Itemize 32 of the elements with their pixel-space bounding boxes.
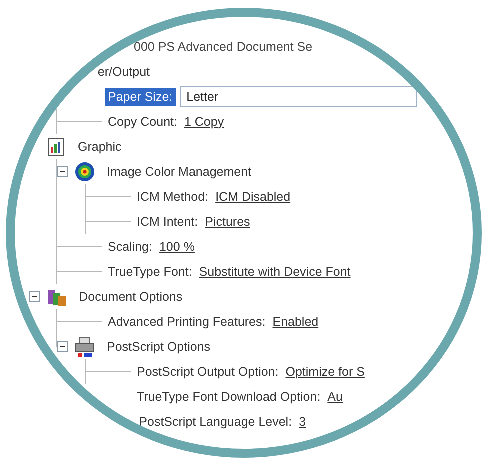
setting-label[interactable]: Scaling: — [105, 238, 156, 256]
expander-icon[interactable] — [57, 341, 68, 352]
setting-label[interactable]: ICM Method: — [134, 188, 212, 206]
setting-label[interactable]: ICM Intent: — [134, 212, 202, 230]
setting-label[interactable]: TrueType Font Download Option: — [134, 388, 324, 406]
dropdown-field[interactable]: Letter — [180, 86, 418, 107]
setting-label[interactable]: Copy Count: — [105, 112, 180, 130]
tree-item-label[interactable]: PostScript Options — [105, 338, 213, 356]
setting-value-link[interactable]: 100 % — [159, 240, 195, 254]
setting-label[interactable]: Advanced Printing Features: — [105, 312, 269, 330]
tree-item-label[interactable]: Image Color Management — [105, 162, 254, 180]
setting-value-link[interactable]: Au — [328, 390, 343, 404]
setting-value-link[interactable]: Substitute with Device Font — [199, 264, 351, 278]
dialog-title: 000 PS Advanced Document Se — [134, 40, 313, 54]
setting-value-link[interactable]: 1 Copy — [184, 114, 224, 128]
setting-value-link[interactable]: Enabled — [272, 314, 319, 328]
setting-label[interactable]: PostScript Language Level: — [136, 412, 296, 430]
setting-value-link[interactable]: Optimize for S — [286, 364, 365, 378]
setting-value-link[interactable]: ICM Disabled — [216, 190, 291, 204]
expander-icon[interactable] — [29, 291, 40, 302]
tree-item-label[interactable]: er/Output — [96, 62, 152, 80]
expander-icon[interactable] — [57, 166, 68, 177]
color-target-icon — [75, 162, 95, 182]
setting-label[interactable]: PostScript Output Option: — [134, 362, 282, 380]
chart-document-icon — [46, 136, 66, 156]
setting-value-link[interactable]: 3 — [299, 414, 306, 428]
tree-item-label[interactable]: Graphic — [76, 138, 124, 156]
setting-value-link[interactable]: Pictures — [205, 214, 250, 228]
tree-item-label[interactable]: Document Options — [77, 288, 185, 306]
setting-label[interactable]: Paper Size: — [105, 88, 176, 106]
setting-label[interactable]: TrueType Font: — [105, 262, 196, 280]
printer-icon — [75, 336, 95, 356]
